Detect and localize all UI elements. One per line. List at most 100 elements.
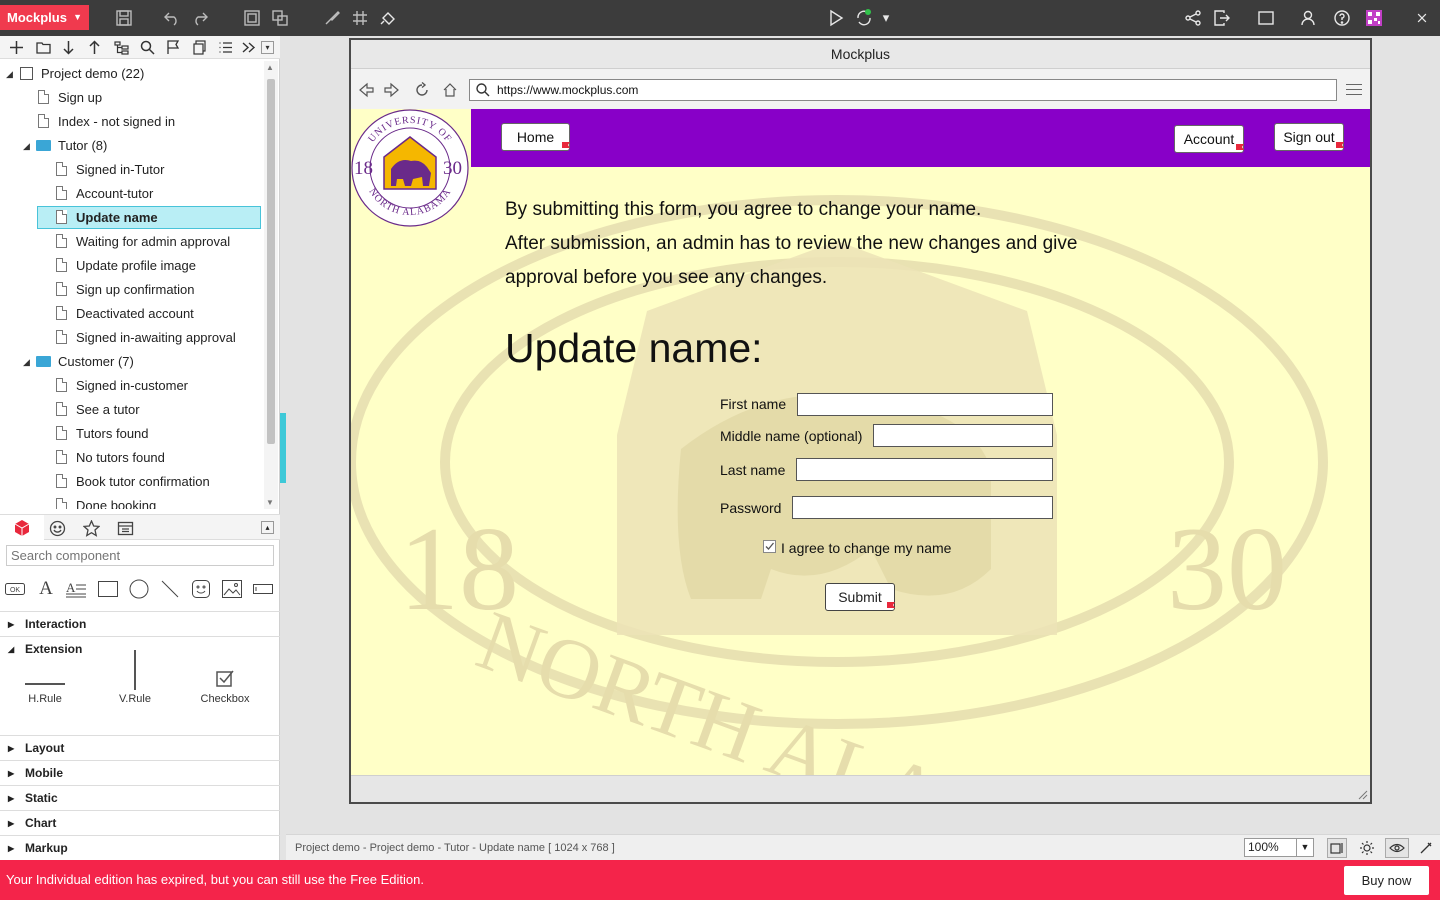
section-markup[interactable]: ▶ Markup: [0, 835, 280, 860]
redo-icon[interactable]: [190, 8, 210, 28]
tree-item[interactable]: No tutors found: [56, 447, 165, 469]
component-search-input[interactable]: [6, 545, 274, 566]
play-icon[interactable]: [826, 8, 846, 28]
settings-tool-icon[interactable]: [1416, 838, 1436, 858]
account-button[interactable]: Account: [1174, 125, 1244, 153]
basic-components-row: OK A A: [0, 576, 280, 602]
tree-item[interactable]: Account-tutor: [56, 183, 153, 205]
tree-folder-customer[interactable]: ◢ Customer (7): [23, 351, 134, 373]
ellipse-component-icon[interactable]: [129, 579, 149, 599]
agree-checkbox[interactable]: [763, 540, 776, 553]
close-icon[interactable]: [1415, 8, 1429, 28]
checkbox-component[interactable]: Checkbox: [185, 660, 265, 705]
undo-icon[interactable]: [162, 8, 182, 28]
help-icon[interactable]: [1332, 8, 1352, 28]
save-icon[interactable]: [114, 8, 134, 28]
list-icon[interactable]: [217, 39, 234, 56]
tree-item-selected[interactable]: Update name: [37, 206, 261, 229]
tree-item[interactable]: Index - not signed in: [38, 111, 175, 133]
submit-button[interactable]: Submit: [825, 583, 895, 611]
search-icon[interactable]: [139, 39, 156, 56]
tree-item[interactable]: Signed in-customer: [56, 375, 188, 397]
interaction-tool-icon[interactable]: [378, 8, 398, 28]
url-field[interactable]: https://www.mockplus.com: [469, 79, 1337, 101]
first-name-input[interactable]: [797, 393, 1053, 416]
reload-icon[interactable]: [413, 81, 431, 99]
emoji-tab-icon[interactable]: [48, 519, 66, 537]
brand-menu-button[interactable]: Mockplus ▼: [0, 5, 89, 30]
tree-item[interactable]: Book tutor confirmation: [56, 471, 210, 493]
resize-handle-icon[interactable]: [1358, 790, 1368, 800]
forward-icon[interactable]: [383, 81, 401, 99]
home-icon[interactable]: [441, 81, 459, 99]
format-brush-icon[interactable]: [322, 8, 342, 28]
fullscreen-icon[interactable]: [1256, 8, 1276, 28]
flag-icon[interactable]: [165, 39, 182, 56]
section-layout[interactable]: ▶ Layout: [0, 735, 280, 760]
tree-item[interactable]: Update profile image: [56, 255, 196, 277]
tree-item[interactable]: Sign up confirmation: [56, 279, 195, 301]
rectangle-component-icon[interactable]: [98, 579, 118, 599]
password-input[interactable]: [792, 496, 1053, 519]
buy-now-button[interactable]: Buy now: [1344, 866, 1429, 895]
text-component-icon[interactable]: A: [36, 578, 56, 599]
add-page-icon[interactable]: [8, 39, 25, 56]
tree-item[interactable]: Signed in-awaiting approval: [56, 327, 236, 349]
sign-out-button[interactable]: Sign out: [1274, 123, 1344, 151]
sitemap-icon[interactable]: [113, 39, 130, 56]
collapse-library-icon[interactable]: ▴: [261, 521, 274, 534]
preview-eye-icon[interactable]: [1385, 838, 1409, 858]
tree-project[interactable]: ◢ Project demo (22): [6, 63, 144, 85]
brightness-icon[interactable]: [1357, 838, 1377, 858]
zoom-select[interactable]: 100% ▼: [1244, 838, 1314, 857]
back-icon[interactable]: [357, 81, 375, 99]
tree-item[interactable]: Sign up: [38, 87, 102, 109]
section-interaction[interactable]: ▶ Interaction: [0, 611, 280, 636]
tree-folder-tutor[interactable]: ◢ Tutor (8): [23, 135, 107, 157]
icon-component-icon[interactable]: [191, 579, 211, 599]
scroll-thumb[interactable]: [267, 79, 275, 444]
tree-item[interactable]: See a tutor: [56, 399, 140, 421]
scroll-down-icon[interactable]: ▼: [266, 498, 274, 507]
move-down-icon[interactable]: [60, 39, 77, 56]
scroll-up-icon[interactable]: ▲: [266, 63, 274, 72]
collapse-panel-icon[interactable]: ▾: [261, 41, 274, 54]
ungroup-icon[interactable]: [270, 8, 290, 28]
export-icon[interactable]: [1212, 8, 1232, 28]
templates-tab-icon[interactable]: [116, 519, 134, 537]
tree-item[interactable]: Signed in-Tutor: [56, 159, 164, 181]
components-tab[interactable]: [0, 515, 44, 540]
tree-item[interactable]: Done booking: [56, 495, 156, 509]
tree-scrollbar[interactable]: ▲ ▼: [264, 61, 278, 509]
v-rule-component[interactable]: V.Rule: [95, 650, 175, 705]
last-name-input[interactable]: [796, 458, 1053, 481]
group-icon[interactable]: [242, 8, 262, 28]
device-size-icon[interactable]: [1327, 838, 1347, 858]
sync-icon[interactable]: [854, 8, 874, 28]
qr-code-icon[interactable]: [1364, 8, 1384, 28]
section-mobile[interactable]: ▶ Mobile: [0, 760, 280, 785]
copy-page-icon[interactable]: [191, 39, 208, 56]
move-up-icon[interactable]: [86, 39, 103, 56]
input-component-icon[interactable]: [253, 579, 273, 599]
line-component-icon[interactable]: [160, 579, 180, 599]
more-icon[interactable]: [240, 39, 257, 56]
sync-dropdown-icon[interactable]: ▾: [880, 8, 892, 28]
image-component-icon[interactable]: [222, 579, 242, 599]
browser-menu-icon[interactable]: [1346, 84, 1362, 99]
star-tab-icon[interactable]: [82, 519, 100, 537]
section-static[interactable]: ▶ Static: [0, 785, 280, 810]
tree-item[interactable]: Tutors found: [56, 423, 149, 445]
home-button[interactable]: Home: [501, 123, 570, 151]
add-folder-icon[interactable]: [35, 39, 52, 56]
section-chart[interactable]: ▶ Chart: [0, 810, 280, 835]
h-rule-component[interactable]: H.Rule: [5, 660, 85, 705]
paragraph-component-icon[interactable]: A: [66, 579, 86, 599]
team-icon[interactable]: [1299, 8, 1319, 28]
tree-item[interactable]: Deactivated account: [56, 303, 194, 325]
grid-icon[interactable]: [350, 8, 370, 28]
tree-item[interactable]: Waiting for admin approval: [56, 231, 230, 253]
middle-name-input[interactable]: [873, 424, 1053, 447]
share-icon[interactable]: [1183, 8, 1203, 28]
button-component-icon[interactable]: OK: [5, 579, 25, 599]
